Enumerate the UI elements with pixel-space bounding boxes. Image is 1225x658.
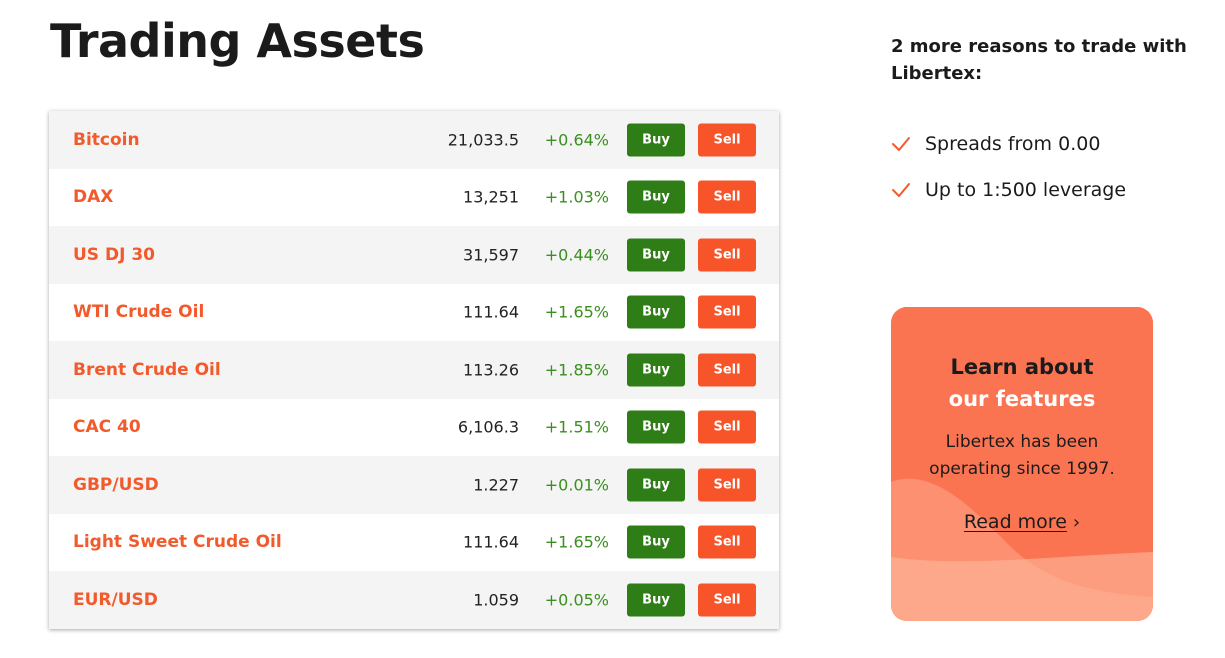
asset-price: 6,106.3 bbox=[457, 417, 519, 437]
sell-button[interactable]: Sell bbox=[698, 410, 756, 444]
asset-name-link[interactable]: EUR/USD bbox=[73, 590, 158, 610]
table-row: US DJ 30 31,597 +0.44% Buy Sell bbox=[49, 226, 779, 284]
asset-change: +0.64% bbox=[544, 130, 609, 150]
assets-table: Bitcoin 21,033.5 +0.64% Buy Sell DAX 13,… bbox=[49, 111, 779, 629]
promo-content: Learn about our features Libertex has be… bbox=[891, 307, 1153, 533]
read-more-label: Read more bbox=[963, 511, 1067, 533]
asset-change: +1.65% bbox=[544, 302, 609, 322]
table-row: Light Sweet Crude Oil 111.64 +1.65% Buy … bbox=[49, 513, 779, 571]
buy-button[interactable]: Buy bbox=[627, 180, 685, 214]
buy-button[interactable]: Buy bbox=[627, 410, 685, 444]
asset-price: 113.26 bbox=[463, 360, 519, 380]
reason-text: Spreads from 0.00 bbox=[925, 133, 1101, 155]
read-more-link[interactable]: Read more › bbox=[964, 511, 1080, 533]
sell-button[interactable]: Sell bbox=[698, 353, 756, 387]
buy-button[interactable]: Buy bbox=[627, 238, 685, 272]
table-row: Bitcoin 21,033.5 +0.64% Buy Sell bbox=[49, 111, 779, 169]
sell-button[interactable]: Sell bbox=[698, 295, 756, 329]
table-row: DAX 13,251 +1.03% Buy Sell bbox=[49, 168, 779, 226]
asset-name-link[interactable]: Brent Crude Oil bbox=[73, 360, 221, 380]
sell-button[interactable]: Sell bbox=[698, 583, 756, 617]
asset-name-link[interactable]: US DJ 30 bbox=[73, 245, 155, 265]
sell-button[interactable]: Sell bbox=[698, 123, 756, 157]
asset-price: 13,251 bbox=[463, 187, 519, 207]
buy-button[interactable]: Buy bbox=[627, 353, 685, 387]
asset-change: +0.05% bbox=[544, 590, 609, 610]
table-row: GBP/USD 1.227 +0.01% Buy Sell bbox=[49, 456, 779, 514]
table-row: WTI Crude Oil 111.64 +1.65% Buy Sell bbox=[49, 283, 779, 341]
buy-button[interactable]: Buy bbox=[627, 525, 685, 559]
asset-name-link[interactable]: WTI Crude Oil bbox=[73, 302, 204, 322]
table-row: CAC 40 6,106.3 +1.51% Buy Sell bbox=[49, 398, 779, 456]
sell-button[interactable]: Sell bbox=[698, 525, 756, 559]
asset-name-link[interactable]: Bitcoin bbox=[73, 130, 140, 150]
asset-change: +1.03% bbox=[544, 187, 609, 207]
asset-change: +0.44% bbox=[544, 245, 609, 265]
sell-button[interactable]: Sell bbox=[698, 238, 756, 272]
page-title: Trading Assets bbox=[50, 14, 425, 68]
table-row: EUR/USD 1.059 +0.05% Buy Sell bbox=[49, 571, 779, 629]
asset-change: +1.85% bbox=[544, 360, 609, 380]
reasons-list: Spreads from 0.00 Up to 1:500 leverage bbox=[891, 121, 1126, 213]
promo-subheading: our features bbox=[948, 387, 1096, 411]
reasons-title: 2 more reasons to trade with Libertex: bbox=[891, 36, 1187, 84]
list-item: Spreads from 0.00 bbox=[891, 121, 1126, 167]
list-item: Up to 1:500 leverage bbox=[891, 167, 1126, 213]
asset-price: 21,033.5 bbox=[447, 130, 519, 150]
asset-price: 31,597 bbox=[463, 245, 519, 265]
buy-button[interactable]: Buy bbox=[627, 123, 685, 157]
buy-button[interactable]: Buy bbox=[627, 583, 685, 617]
check-icon bbox=[892, 137, 910, 151]
chevron-right-icon: › bbox=[1072, 512, 1081, 533]
asset-change: +0.01% bbox=[544, 475, 609, 495]
asset-price: 111.64 bbox=[463, 302, 519, 322]
promo-heading: Learn about bbox=[950, 355, 1094, 379]
sell-button[interactable]: Sell bbox=[698, 180, 756, 214]
buy-button[interactable]: Buy bbox=[627, 295, 685, 329]
sell-button[interactable]: Sell bbox=[698, 468, 756, 502]
asset-name-link[interactable]: DAX bbox=[73, 187, 113, 207]
asset-change: +1.65% bbox=[544, 532, 609, 552]
reason-text: Up to 1:500 leverage bbox=[925, 179, 1127, 201]
asset-price: 1.227 bbox=[473, 475, 519, 495]
buy-button[interactable]: Buy bbox=[627, 468, 685, 502]
asset-price: 1.059 bbox=[473, 590, 519, 610]
asset-name-link[interactable]: GBP/USD bbox=[73, 475, 159, 495]
promo-text: Libertex has been operating since 1997. bbox=[929, 432, 1115, 479]
asset-name-link[interactable]: CAC 40 bbox=[73, 417, 141, 437]
asset-change: +1.51% bbox=[544, 417, 609, 437]
check-icon bbox=[892, 183, 910, 197]
asset-price: 111.64 bbox=[463, 532, 519, 552]
promo-card: Learn about our features Libertex has be… bbox=[891, 307, 1153, 621]
asset-name-link[interactable]: Light Sweet Crude Oil bbox=[73, 532, 282, 552]
table-row: Brent Crude Oil 113.26 +1.85% Buy Sell bbox=[49, 341, 779, 399]
